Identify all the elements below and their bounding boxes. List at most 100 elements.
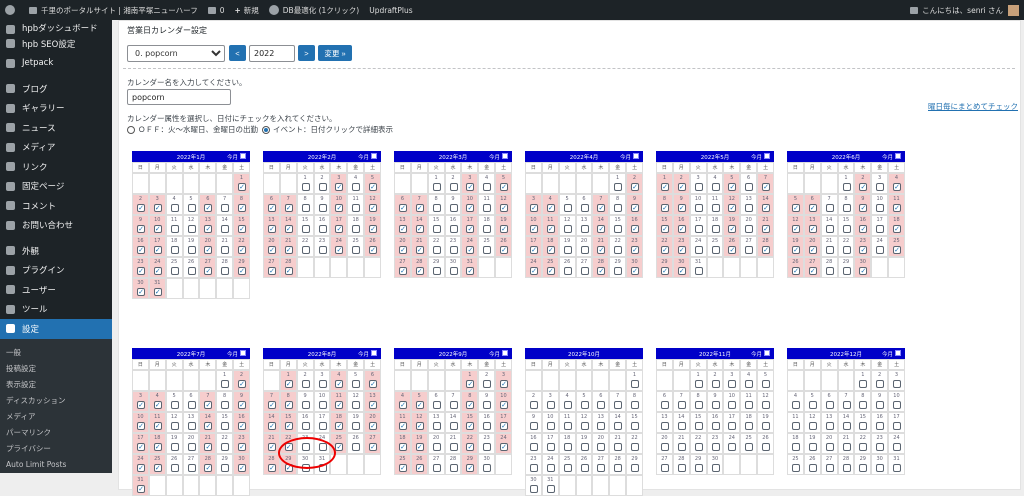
day-checkbox[interactable]: ✓ [661,246,669,254]
day-checkbox[interactable]: ✓ [500,422,509,430]
day-checkbox[interactable] [187,267,196,275]
submenu-item[interactable]: 一般 [0,345,112,361]
day-checkbox[interactable]: ✓ [268,443,276,451]
day-checkbox[interactable] [483,464,492,472]
day-checkbox[interactable]: ✓ [597,246,606,254]
day-checkbox[interactable] [483,246,492,254]
day-checkbox[interactable] [580,246,589,254]
day-checkbox[interactable]: ✓ [284,246,293,254]
day-checkbox[interactable] [745,401,754,409]
day-checkbox[interactable] [483,225,492,233]
day-checkbox[interactable] [221,380,230,388]
day-checkbox[interactable] [808,443,817,451]
day-checkbox[interactable] [792,464,800,472]
day-checkbox[interactable] [449,267,458,275]
day-checkbox[interactable] [614,464,623,472]
day-checkbox[interactable]: ✓ [728,246,737,254]
submenu-item[interactable]: プライバシー [0,441,112,457]
day-checkbox[interactable] [483,183,492,191]
day-checkbox[interactable] [352,380,361,388]
day-checkbox[interactable]: ✓ [631,204,640,212]
day-checkbox[interactable]: ✓ [677,183,686,191]
day-checkbox[interactable] [745,204,754,212]
sidebar-item[interactable]: 設定 [0,319,112,339]
day-checkbox[interactable] [792,422,800,430]
day-checkbox[interactable] [580,422,589,430]
day-checkbox[interactable]: ✓ [466,443,475,451]
day-checkbox[interactable]: ✓ [399,267,407,275]
day-checkbox[interactable]: ✓ [399,401,407,409]
sidebar-item[interactable]: プラグイン [0,261,112,281]
day-checkbox[interactable] [661,443,669,451]
day-checkbox[interactable]: ✓ [762,246,771,254]
day-checkbox[interactable]: ✓ [204,443,213,451]
day-checkbox[interactable] [745,380,754,388]
day-checkbox[interactable] [711,401,720,409]
day-checkbox[interactable]: ✓ [530,246,538,254]
day-checkbox[interactable] [614,204,623,212]
submenu-item[interactable]: 表示設定 [0,377,112,393]
day-checkbox[interactable] [876,380,885,388]
sidebar-item[interactable]: Jetpack [0,54,112,74]
day-checkbox[interactable]: ✓ [284,401,293,409]
site-name-link[interactable]: 千里のポータルサイト | 湘南平塚ニューハーフ [24,0,203,20]
day-checkbox[interactable]: ✓ [284,380,293,388]
day-checkbox[interactable] [745,246,754,254]
day-checkbox[interactable] [677,401,686,409]
sidebar-item[interactable]: ツール [0,300,112,320]
day-checkbox[interactable]: ✓ [399,225,407,233]
day-checkbox[interactable]: ✓ [500,225,509,233]
day-checkbox[interactable]: ✓ [677,204,686,212]
day-checkbox[interactable] [301,246,310,254]
day-checkbox[interactable] [711,246,720,254]
day-checkbox[interactable]: ✓ [500,183,509,191]
day-checkbox[interactable] [842,464,851,472]
day-checkbox[interactable] [893,464,902,472]
day-checkbox[interactable]: ✓ [762,204,771,212]
day-checkbox[interactable] [318,204,327,212]
day-checkbox[interactable]: ✓ [399,422,407,430]
day-checkbox[interactable] [563,246,572,254]
day-checkbox[interactable] [825,401,834,409]
day-checkbox[interactable] [221,225,230,233]
sidebar-item[interactable]: hpbダッシュボード [0,20,112,34]
day-checkbox[interactable] [483,422,492,430]
day-checkbox[interactable]: ✓ [238,443,247,451]
day-checkbox[interactable]: ✓ [335,401,344,409]
day-checkbox[interactable] [825,246,834,254]
day-checkbox[interactable]: ✓ [137,204,145,212]
day-checkbox[interactable] [694,401,703,409]
day-checkbox[interactable]: ✓ [466,422,475,430]
day-checkbox[interactable] [825,225,834,233]
day-checkbox[interactable] [221,267,230,275]
submenu-item[interactable]: Auto Limit Posts [0,457,112,473]
day-checkbox[interactable] [318,380,327,388]
day-checkbox[interactable] [563,443,572,451]
day-checkbox[interactable] [825,422,834,430]
month-check-all-checkbox[interactable] [240,350,246,356]
day-checkbox[interactable]: ✓ [137,267,145,275]
day-checkbox[interactable] [677,443,686,451]
sidebar-item[interactable]: hpb SEO設定 [0,34,112,54]
day-checkbox[interactable]: ✓ [677,267,686,275]
day-checkbox[interactable]: ✓ [597,267,606,275]
day-checkbox[interactable]: ✓ [466,380,475,388]
day-checkbox[interactable]: ✓ [415,464,424,472]
day-checkbox[interactable] [318,422,327,430]
day-checkbox[interactable]: ✓ [238,464,247,472]
day-checkbox[interactable] [301,380,310,388]
day-checkbox[interactable]: ✓ [661,183,669,191]
day-checkbox[interactable]: ✓ [792,267,800,275]
day-checkbox[interactable]: ✓ [859,267,868,275]
day-checkbox[interactable]: ✓ [677,225,686,233]
day-checkbox[interactable] [694,204,703,212]
day-checkbox[interactable] [170,204,179,212]
day-checkbox[interactable]: ✓ [238,246,247,254]
day-checkbox[interactable]: ✓ [399,443,407,451]
day-checkbox[interactable] [876,246,885,254]
day-checkbox[interactable]: ✓ [369,225,378,233]
submenu-item[interactable]: メディア [0,409,112,425]
day-checkbox[interactable]: ✓ [546,267,555,275]
day-checkbox[interactable]: ✓ [792,204,800,212]
day-checkbox[interactable]: ✓ [238,267,247,275]
